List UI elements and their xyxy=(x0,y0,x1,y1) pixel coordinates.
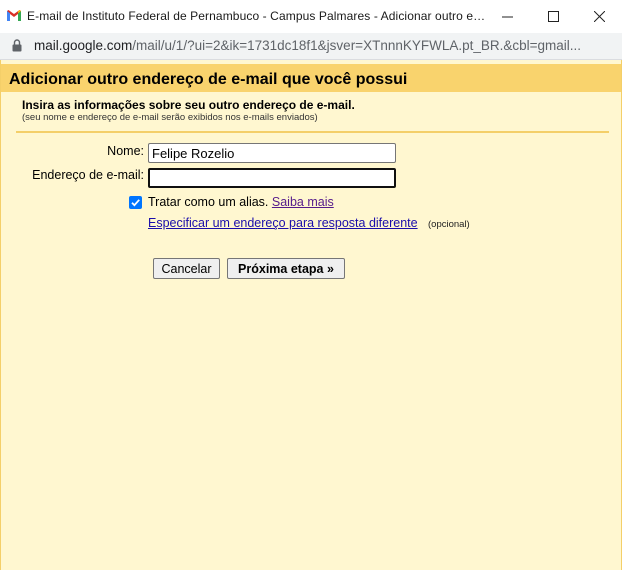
learn-more-link[interactable]: Saiba mais xyxy=(272,195,334,209)
add-email-dialog: Adicionar outro endereço de e-mail que v… xyxy=(0,60,622,570)
close-icon xyxy=(593,11,605,22)
name-label: Nome: xyxy=(107,144,144,158)
email-label: Endereço de e-mail: xyxy=(32,168,144,182)
alias-label: Tratar como um alias. xyxy=(148,195,269,209)
intro-title: Insira as informações sobre seu outro en… xyxy=(22,98,355,112)
close-button[interactable] xyxy=(576,0,622,33)
dialog-title: Adicionar outro endereço de e-mail que v… xyxy=(9,71,408,88)
gmail-logo-icon xyxy=(7,10,21,21)
dialog-header: Adicionar outro endereço de e-mail que v… xyxy=(1,64,621,92)
next-step-button[interactable]: Próxima etapa » xyxy=(227,258,345,279)
url-path: /mail/u/1/?ui=2&ik=1731dc18f1&jsver=XTnn… xyxy=(132,38,582,53)
maximize-icon xyxy=(547,11,559,22)
separator xyxy=(16,131,609,133)
reply-to-link[interactable]: Especificar um endereço para resposta di… xyxy=(148,216,418,230)
alias-checkbox[interactable] xyxy=(129,196,142,209)
maximize-button[interactable] xyxy=(530,0,576,33)
minimize-icon xyxy=(501,16,513,18)
window-title: E-mail de Instituto Federal de Pernambuc… xyxy=(27,9,489,23)
window-titlebar: E-mail de Instituto Federal de Pernambuc… xyxy=(0,0,622,33)
url-host: mail.google.com xyxy=(34,38,133,53)
minimize-button[interactable] xyxy=(484,0,530,33)
optional-note: (opcional) xyxy=(428,219,470,230)
cancel-button[interactable]: Cancelar xyxy=(153,258,220,279)
email-input[interactable] xyxy=(148,168,396,188)
url-text[interactable]: mail.google.com/mail/u/1/?ui=2&ik=1731dc… xyxy=(34,38,614,53)
intro-subtitle: (seu nome e endereço de e-mail serão exi… xyxy=(22,112,318,123)
lock-icon xyxy=(12,39,22,52)
alias-label-row: Tratar como um alias. Saiba mais xyxy=(148,195,334,209)
address-bar[interactable]: mail.google.com/mail/u/1/?ui=2&ik=1731dc… xyxy=(0,33,622,60)
checkmark-icon xyxy=(131,199,140,207)
name-input[interactable] xyxy=(148,143,396,163)
